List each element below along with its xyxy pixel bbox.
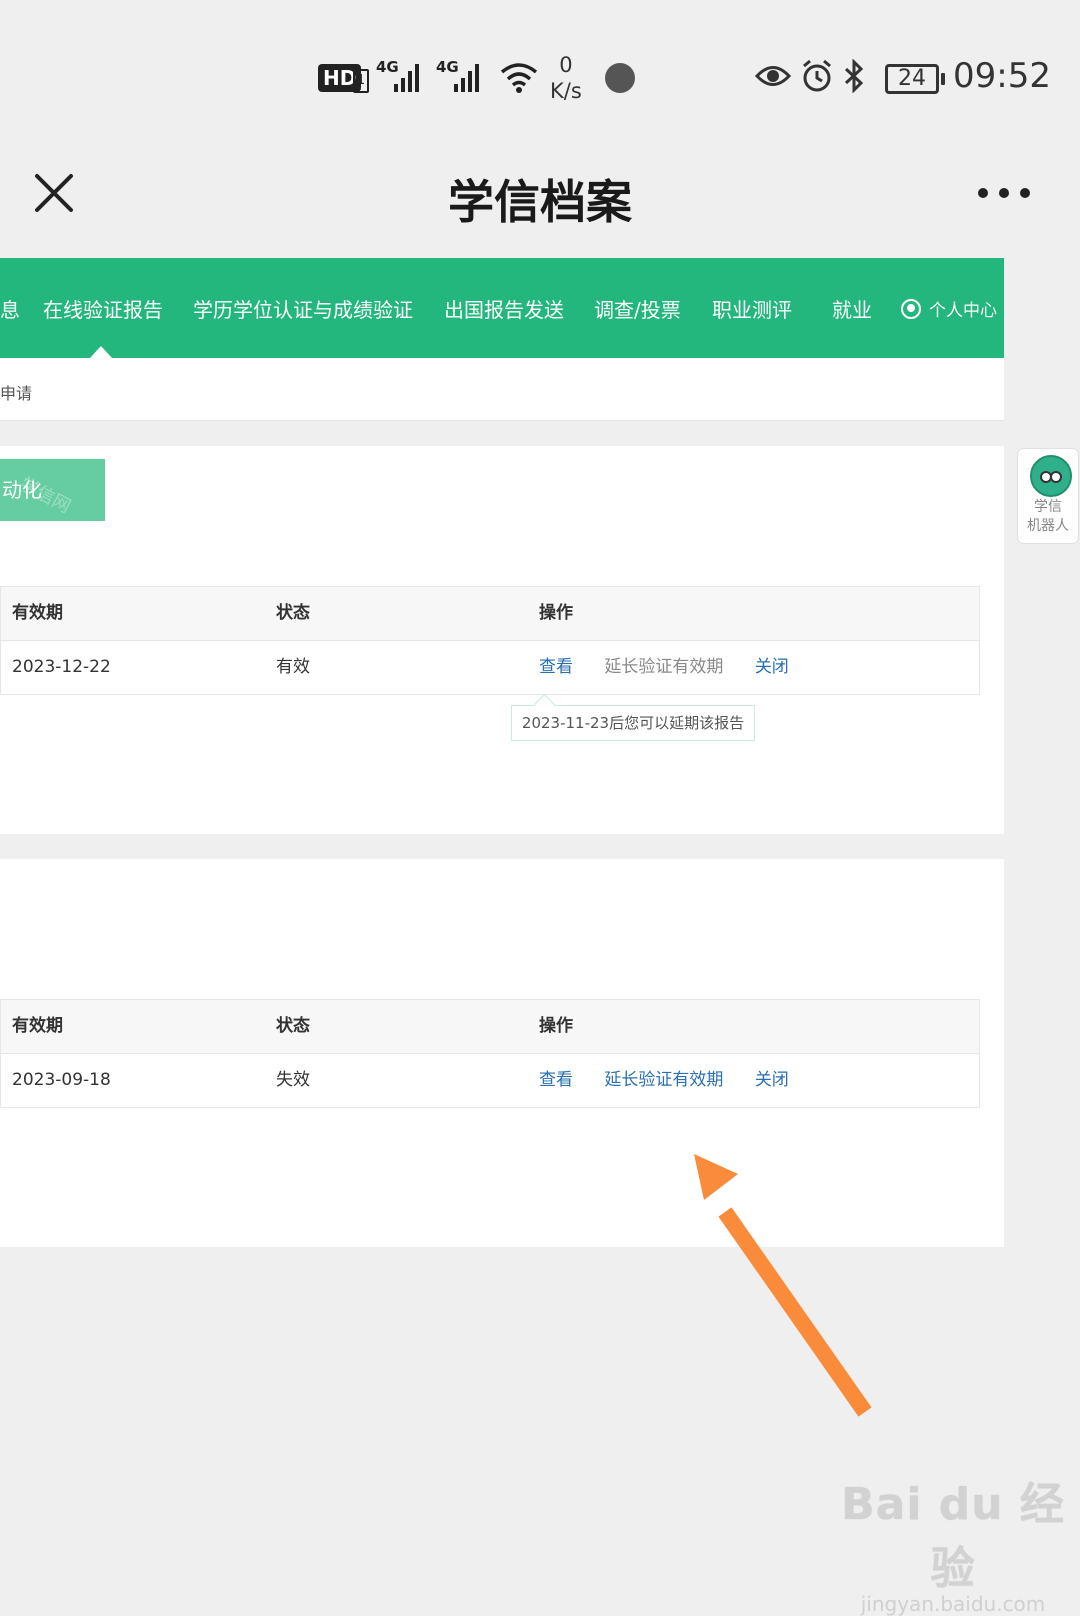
title-bar: 学信档案 xyxy=(0,150,1080,258)
nav-item-online-report[interactable]: 在线验证报告 xyxy=(43,294,163,323)
sub-nav: 申请 xyxy=(0,358,1004,421)
extend-tooltip: 2023-11-23后您可以延期该报告 xyxy=(511,705,755,741)
robot-label-line1: 学信 xyxy=(1034,499,1062,515)
report-actions: 查看 延长验证有效期 关闭 xyxy=(539,641,789,694)
badge-watermark: 学信网 xyxy=(16,473,75,518)
robot-label: 学信 机器人 xyxy=(1018,498,1078,536)
report-card-valid: 动化 学信网 有效期 状态 操作 2023-12-22 有效 查看 延长验证有效… xyxy=(0,446,1004,834)
close-link[interactable]: 关闭 xyxy=(755,657,789,677)
signal-icon xyxy=(454,62,479,92)
header-status: 状态 xyxy=(276,1016,310,1036)
extend-validity-link[interactable]: 延长验证有效期 xyxy=(604,1070,723,1090)
table-header-row: 有效期 状态 操作 xyxy=(1,587,979,641)
watermark-url: jingyan.baidu.com xyxy=(860,1592,1046,1616)
speed-unit: K/s xyxy=(550,79,582,103)
nav-item-info[interactable]: 息 xyxy=(0,294,20,323)
more-icon[interactable] xyxy=(978,186,1030,200)
nav-item-career-test[interactable]: 职业测评 xyxy=(712,294,792,323)
watermark-brand: Bai du 经验 xyxy=(841,1479,1065,1594)
status-time: 09:52 xyxy=(953,56,1051,96)
report-badge: 动化 学信网 xyxy=(0,459,105,521)
page-title: 学信档案 xyxy=(448,175,632,229)
baidu-watermark: Bai du 经验 jingyan.baidu.com xyxy=(826,1468,1080,1616)
active-tab-indicator xyxy=(90,346,112,358)
chat-robot-button[interactable]: 学信 机器人 xyxy=(1017,448,1079,544)
nav-item-abroad-report[interactable]: 出国报告发送 xyxy=(444,294,564,323)
robot-label-line2: 机器人 xyxy=(1027,518,1069,534)
annotation-arrow-icon xyxy=(694,1154,872,1417)
robot-icon xyxy=(1030,455,1072,497)
report-table: 有效期 状态 操作 2023-09-18 失效 查看 延长验证有效期 关闭 xyxy=(0,999,980,1108)
sim-icon: 1 xyxy=(353,69,369,93)
network-speed: 0 K/s xyxy=(550,52,582,104)
report-status: 有效 xyxy=(276,657,310,677)
main-nav: 息 在线验证报告 学历学位认证与成绩验证 出国报告发送 调查/投票 职业测评 就… xyxy=(0,258,1004,358)
validity-date: 2023-09-18 xyxy=(12,1070,111,1090)
wifi-icon xyxy=(500,63,538,93)
user-icon xyxy=(901,299,921,319)
nav-item-employment[interactable]: 就业 xyxy=(832,294,872,323)
validity-date: 2023-12-22 xyxy=(12,657,111,677)
speed-value: 0 xyxy=(559,53,573,77)
alarm-icon xyxy=(803,59,831,92)
close-link[interactable]: 关闭 xyxy=(755,1070,789,1090)
audio-icon xyxy=(605,63,635,93)
signal-icon xyxy=(394,62,419,92)
view-link[interactable]: 查看 xyxy=(539,657,573,677)
table-row: 2023-12-22 有效 查看 延长验证有效期 关闭 xyxy=(1,641,979,694)
header-status: 状态 xyxy=(276,603,310,623)
header-actions: 操作 xyxy=(539,1016,573,1036)
status-bar: HD 1 4G 4G 0 K/s 24 09:52 xyxy=(0,0,1080,150)
eye-icon xyxy=(755,66,791,86)
table-header-row: 有效期 状态 操作 xyxy=(1,1000,979,1054)
nav-item-survey[interactable]: 调查/投票 xyxy=(594,294,681,323)
extend-validity-link-disabled[interactable]: 延长验证有效期 xyxy=(604,657,723,677)
report-actions: 查看 延长验证有效期 关闭 xyxy=(539,1054,789,1107)
battery-icon: 24 xyxy=(885,64,945,94)
header-actions: 操作 xyxy=(539,603,573,623)
header-validity: 有效期 xyxy=(12,1016,63,1036)
header-validity: 有效期 xyxy=(12,603,63,623)
report-status: 失效 xyxy=(276,1070,310,1090)
view-link[interactable]: 查看 xyxy=(539,1070,573,1090)
bluetooth-icon xyxy=(844,59,864,93)
nav-item-degree-verification[interactable]: 学历学位认证与成绩验证 xyxy=(193,294,413,323)
table-row: 2023-09-18 失效 查看 延长验证有效期 关闭 xyxy=(1,1054,979,1107)
report-table: 有效期 状态 操作 2023-12-22 有效 查看 延长验证有效期 关闭 xyxy=(0,586,980,695)
sub-nav-apply-link[interactable]: 申请 xyxy=(0,380,32,404)
nav-item-personal-center[interactable]: 个人中心 xyxy=(901,296,997,321)
nav-item-personal-center-label: 个人中心 xyxy=(929,301,997,321)
